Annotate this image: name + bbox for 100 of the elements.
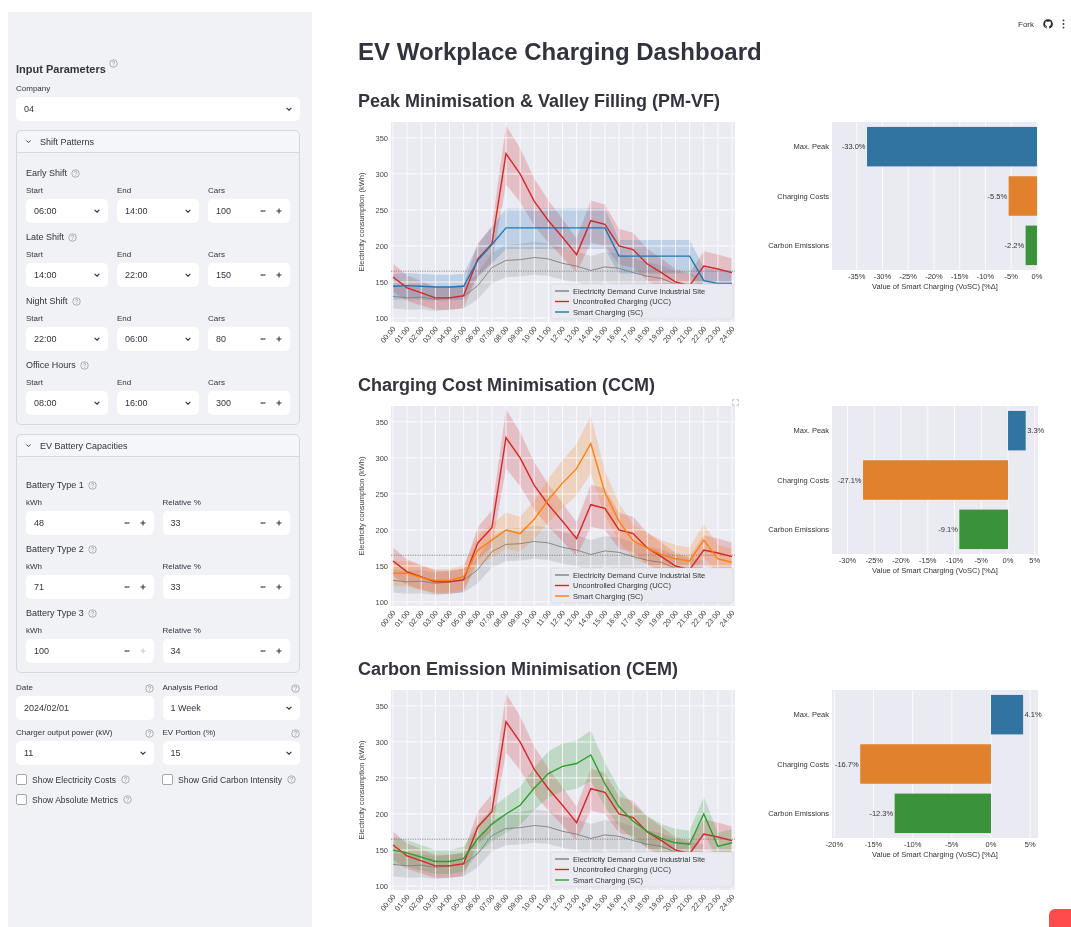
help-icon[interactable] <box>291 684 300 693</box>
increment-button[interactable] <box>275 647 283 655</box>
field-label: Cars <box>208 250 226 260</box>
field-label: Cars <box>208 186 226 196</box>
expander-header[interactable]: EV Battery Capacities <box>17 435 299 457</box>
field-label: kWh <box>26 562 43 572</box>
sidebar-title: Input Parameters <box>16 62 106 76</box>
decrement-button[interactable] <box>259 519 267 527</box>
dropdown[interactable]: 04 <box>16 97 300 121</box>
help-icon[interactable] <box>68 232 78 242</box>
dropdown[interactable]: 14:00 <box>26 263 108 287</box>
group-title: Late Shift <box>26 232 65 242</box>
fullscreen-icon[interactable] <box>732 399 739 406</box>
dropdown[interactable]: 15 <box>162 741 300 765</box>
legend-line <box>554 858 570 860</box>
help-icon[interactable] <box>144 729 154 738</box>
chevron-down-icon <box>184 207 192 215</box>
help-icon[interactable] <box>71 296 81 306</box>
legend-line <box>554 311 570 313</box>
checkbox[interactable] <box>16 774 27 785</box>
group-title: Battery Type 1 <box>26 480 84 490</box>
field-label: Cars <box>208 314 226 324</box>
dropdown[interactable]: 11 <box>16 741 154 765</box>
fork-button[interactable]: Fork <box>1018 19 1034 29</box>
number-input[interactable]: 34 <box>162 639 290 663</box>
increment-button[interactable] <box>138 583 147 591</box>
help-icon[interactable] <box>108 59 118 68</box>
decrement-button[interactable] <box>122 519 131 527</box>
date-input[interactable]: 2024/02/01 <box>16 696 154 720</box>
field-label: Cars <box>208 378 226 388</box>
legend-line <box>554 584 570 587</box>
increment-button[interactable] <box>138 519 147 527</box>
number-input[interactable]: 300 <box>208 391 290 415</box>
decrement-button[interactable] <box>259 647 267 655</box>
help-icon[interactable] <box>71 168 80 178</box>
chevron-down-icon <box>93 207 101 215</box>
chevron-down-icon <box>285 749 293 757</box>
dropdown[interactable]: 14:00 <box>117 199 199 223</box>
number-input[interactable]: 33 <box>162 511 290 535</box>
decrement-button[interactable] <box>122 583 131 591</box>
cat-logo-icon[interactable] <box>1043 19 1053 29</box>
number-input[interactable]: 80 <box>208 327 290 351</box>
help-icon[interactable] <box>286 775 296 784</box>
help-icon[interactable] <box>79 360 89 370</box>
section-heading: Charging Cost Minimisation (CCM) <box>358 374 655 397</box>
checkbox[interactable] <box>16 794 27 805</box>
chevron-down-icon <box>285 704 293 712</box>
decrement-button[interactable] <box>259 271 267 279</box>
number-input[interactable]: 100 <box>26 639 154 663</box>
dropdown[interactable]: 08:00 <box>26 391 108 415</box>
legend-line <box>554 290 570 292</box>
dropdown[interactable]: 06:00 <box>26 199 108 223</box>
help-icon[interactable] <box>291 729 300 738</box>
group-title: Battery Type 3 <box>26 608 84 618</box>
page-title: EV Workplace Charging Dashboard <box>358 37 763 67</box>
dropdown[interactable]: 06:00 <box>117 327 199 351</box>
decrement-button[interactable] <box>259 207 267 215</box>
field-label: Date <box>16 683 33 693</box>
number-input[interactable]: 150 <box>208 263 290 287</box>
number-input[interactable]: 48 <box>26 511 154 535</box>
dropdown[interactable]: 1 Week <box>162 696 300 720</box>
help-icon[interactable] <box>87 544 97 554</box>
dropdown[interactable]: 22:00 <box>26 327 108 351</box>
decrement-button[interactable] <box>259 583 267 591</box>
decrement-button[interactable] <box>122 647 131 655</box>
number-input[interactable]: 33 <box>162 575 290 599</box>
section-heading: Peak Minimisation & Valley Filling (PM-VF) <box>358 90 721 113</box>
field-label: End <box>117 186 133 196</box>
field-label: Start <box>26 250 44 260</box>
increment-button[interactable] <box>275 519 283 527</box>
field-label: EV Portion (%) <box>162 728 216 738</box>
legend-line <box>554 868 570 871</box>
chevron-down-icon <box>184 399 192 407</box>
increment-button[interactable] <box>275 583 283 591</box>
help-icon[interactable] <box>123 795 132 804</box>
decrement-button[interactable] <box>259 335 267 343</box>
decrement-button[interactable] <box>259 399 267 407</box>
chevron-down-icon <box>184 271 192 279</box>
help-icon[interactable] <box>144 684 154 693</box>
number-input[interactable]: 71 <box>26 575 154 599</box>
help-icon[interactable] <box>121 775 131 784</box>
group-title: Night Shift <box>26 296 68 306</box>
increment-button[interactable] <box>275 335 283 343</box>
chevron-down-icon <box>93 335 101 343</box>
increment-button[interactable] <box>275 207 283 215</box>
field-label: Company <box>16 84 52 94</box>
checkbox[interactable] <box>162 774 173 785</box>
dropdown[interactable]: 22:00 <box>117 263 199 287</box>
help-icon[interactable] <box>87 608 97 618</box>
expander-header[interactable]: Shift Patterns <box>17 131 299 153</box>
chevron-down-icon <box>93 271 101 279</box>
number-input[interactable]: 100 <box>208 199 290 223</box>
dropdown[interactable]: 16:00 <box>117 391 199 415</box>
checkbox-label: Show Electricity Costs <box>32 774 117 785</box>
group-title: Battery Type 2 <box>26 544 84 554</box>
increment-button[interactable] <box>275 399 283 407</box>
increment-button[interactable] <box>275 271 283 279</box>
help-icon[interactable] <box>87 480 97 490</box>
more-menu-icon[interactable] <box>1062 19 1065 29</box>
checkbox-label: Show Absolute Metrics <box>32 794 118 805</box>
